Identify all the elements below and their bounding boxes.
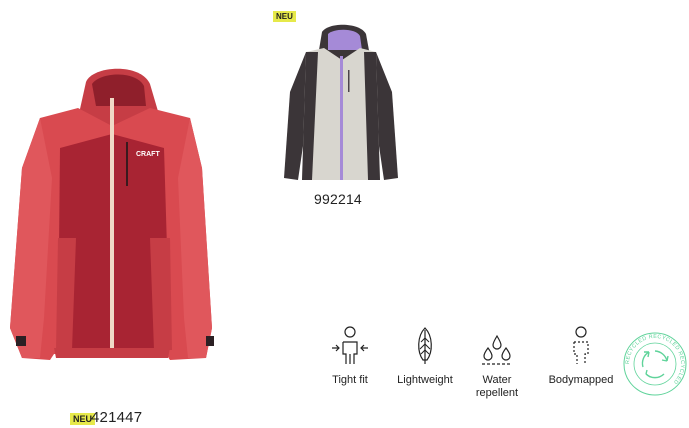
svg-text:CRAFT: CRAFT [136,151,160,158]
new-badge: NEU [273,11,296,22]
feature-label: Water repellent [468,374,526,400]
water-repellent-icon [482,334,512,365]
tight-fit-icon [332,326,368,364]
feature-tight-fit: Tight fit [324,324,376,387]
feature-water-repellent: Water repellent [468,324,526,400]
feature-label-line: Water [482,374,512,386]
feature-label: Tight fit [332,374,368,386]
main-jacket-image: CRAFT [10,68,214,360]
feature-lightweight: Lightweight [392,324,458,387]
feature-bodymapped: Bodymapped [540,324,622,387]
feature-label: Bodymapped [548,374,614,386]
main-product-code: 421447 [91,409,143,426]
recycled-seal-icon: RECYCLED RECYCLED RECYCLED [623,332,687,396]
feature-label-line: repellent [475,387,519,399]
feature-label: Lightweight [397,374,453,386]
bodymapped-icon [573,326,589,364]
variant-jacket-image [284,24,398,180]
variant-product-code: 992214 [314,191,362,207]
lightweight-icon [418,327,432,364]
